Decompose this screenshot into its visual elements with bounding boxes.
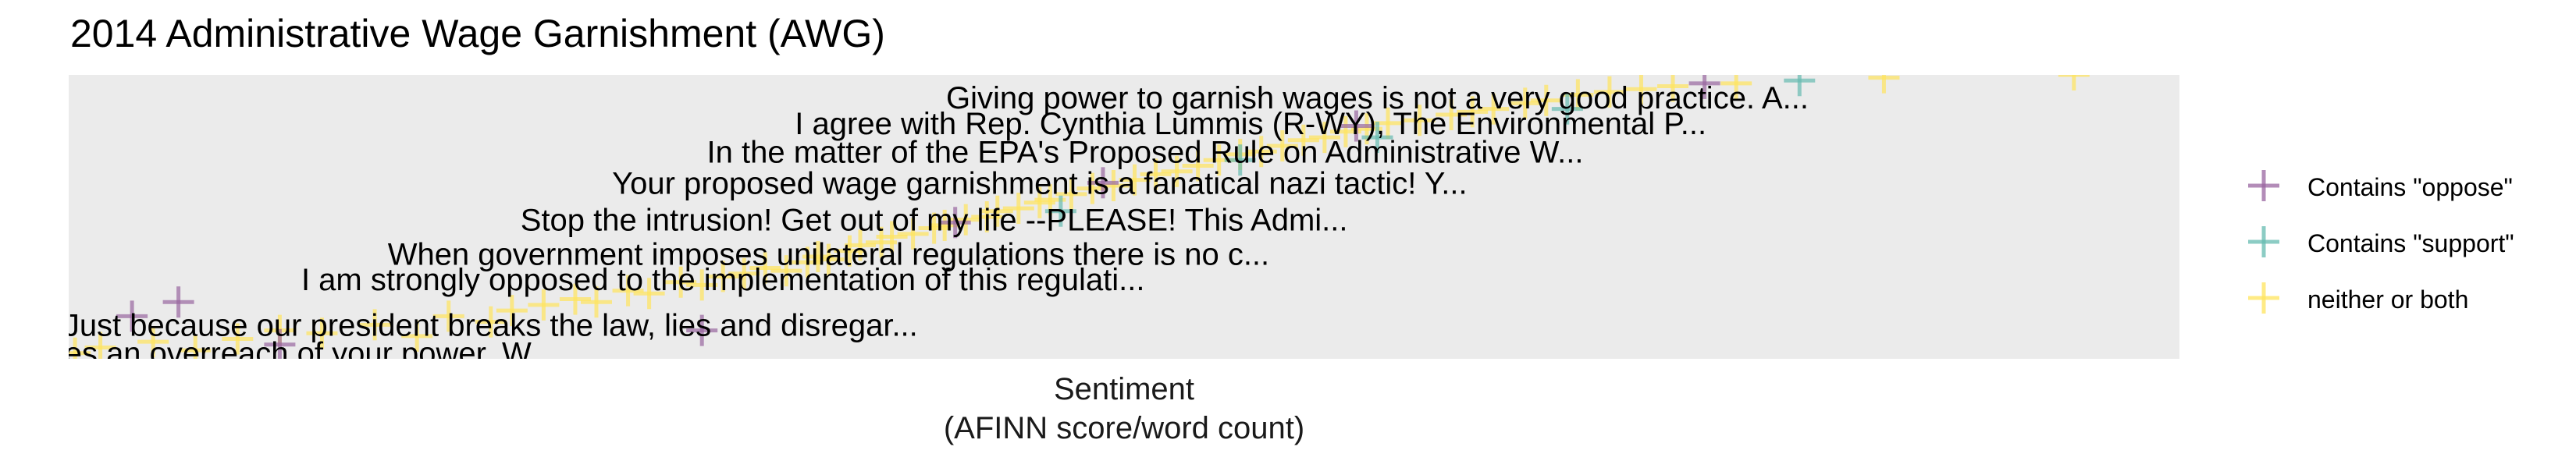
plus-icon xyxy=(2248,226,2279,257)
legend-label: Contains "support" xyxy=(2307,229,2514,257)
x-axis-label: Sentiment (AFINN score/word count) xyxy=(69,370,2179,448)
plus-icon xyxy=(2248,282,2279,314)
x-axis-label-line: Sentiment xyxy=(1053,372,1195,406)
x-axis-label-line: (AFINN score/word count) xyxy=(943,411,1305,445)
point-annotation: Your proposed wage garnishment is a fana… xyxy=(612,166,1468,200)
legend-label: neither or both xyxy=(2307,285,2469,314)
legend-label: Contains "oppose" xyxy=(2307,173,2513,201)
plus-icon xyxy=(2248,170,2279,201)
point-annotation: I am strongly opposed to the implementat… xyxy=(301,263,1145,297)
point-annotation: ...tutes an overreach of your power. W..… xyxy=(4,337,556,371)
point-annotation: In the matter of the EPA's Proposed Rule… xyxy=(707,135,1584,169)
point-annotation: Stop the intrusion! Get out of my life -… xyxy=(521,204,1348,238)
